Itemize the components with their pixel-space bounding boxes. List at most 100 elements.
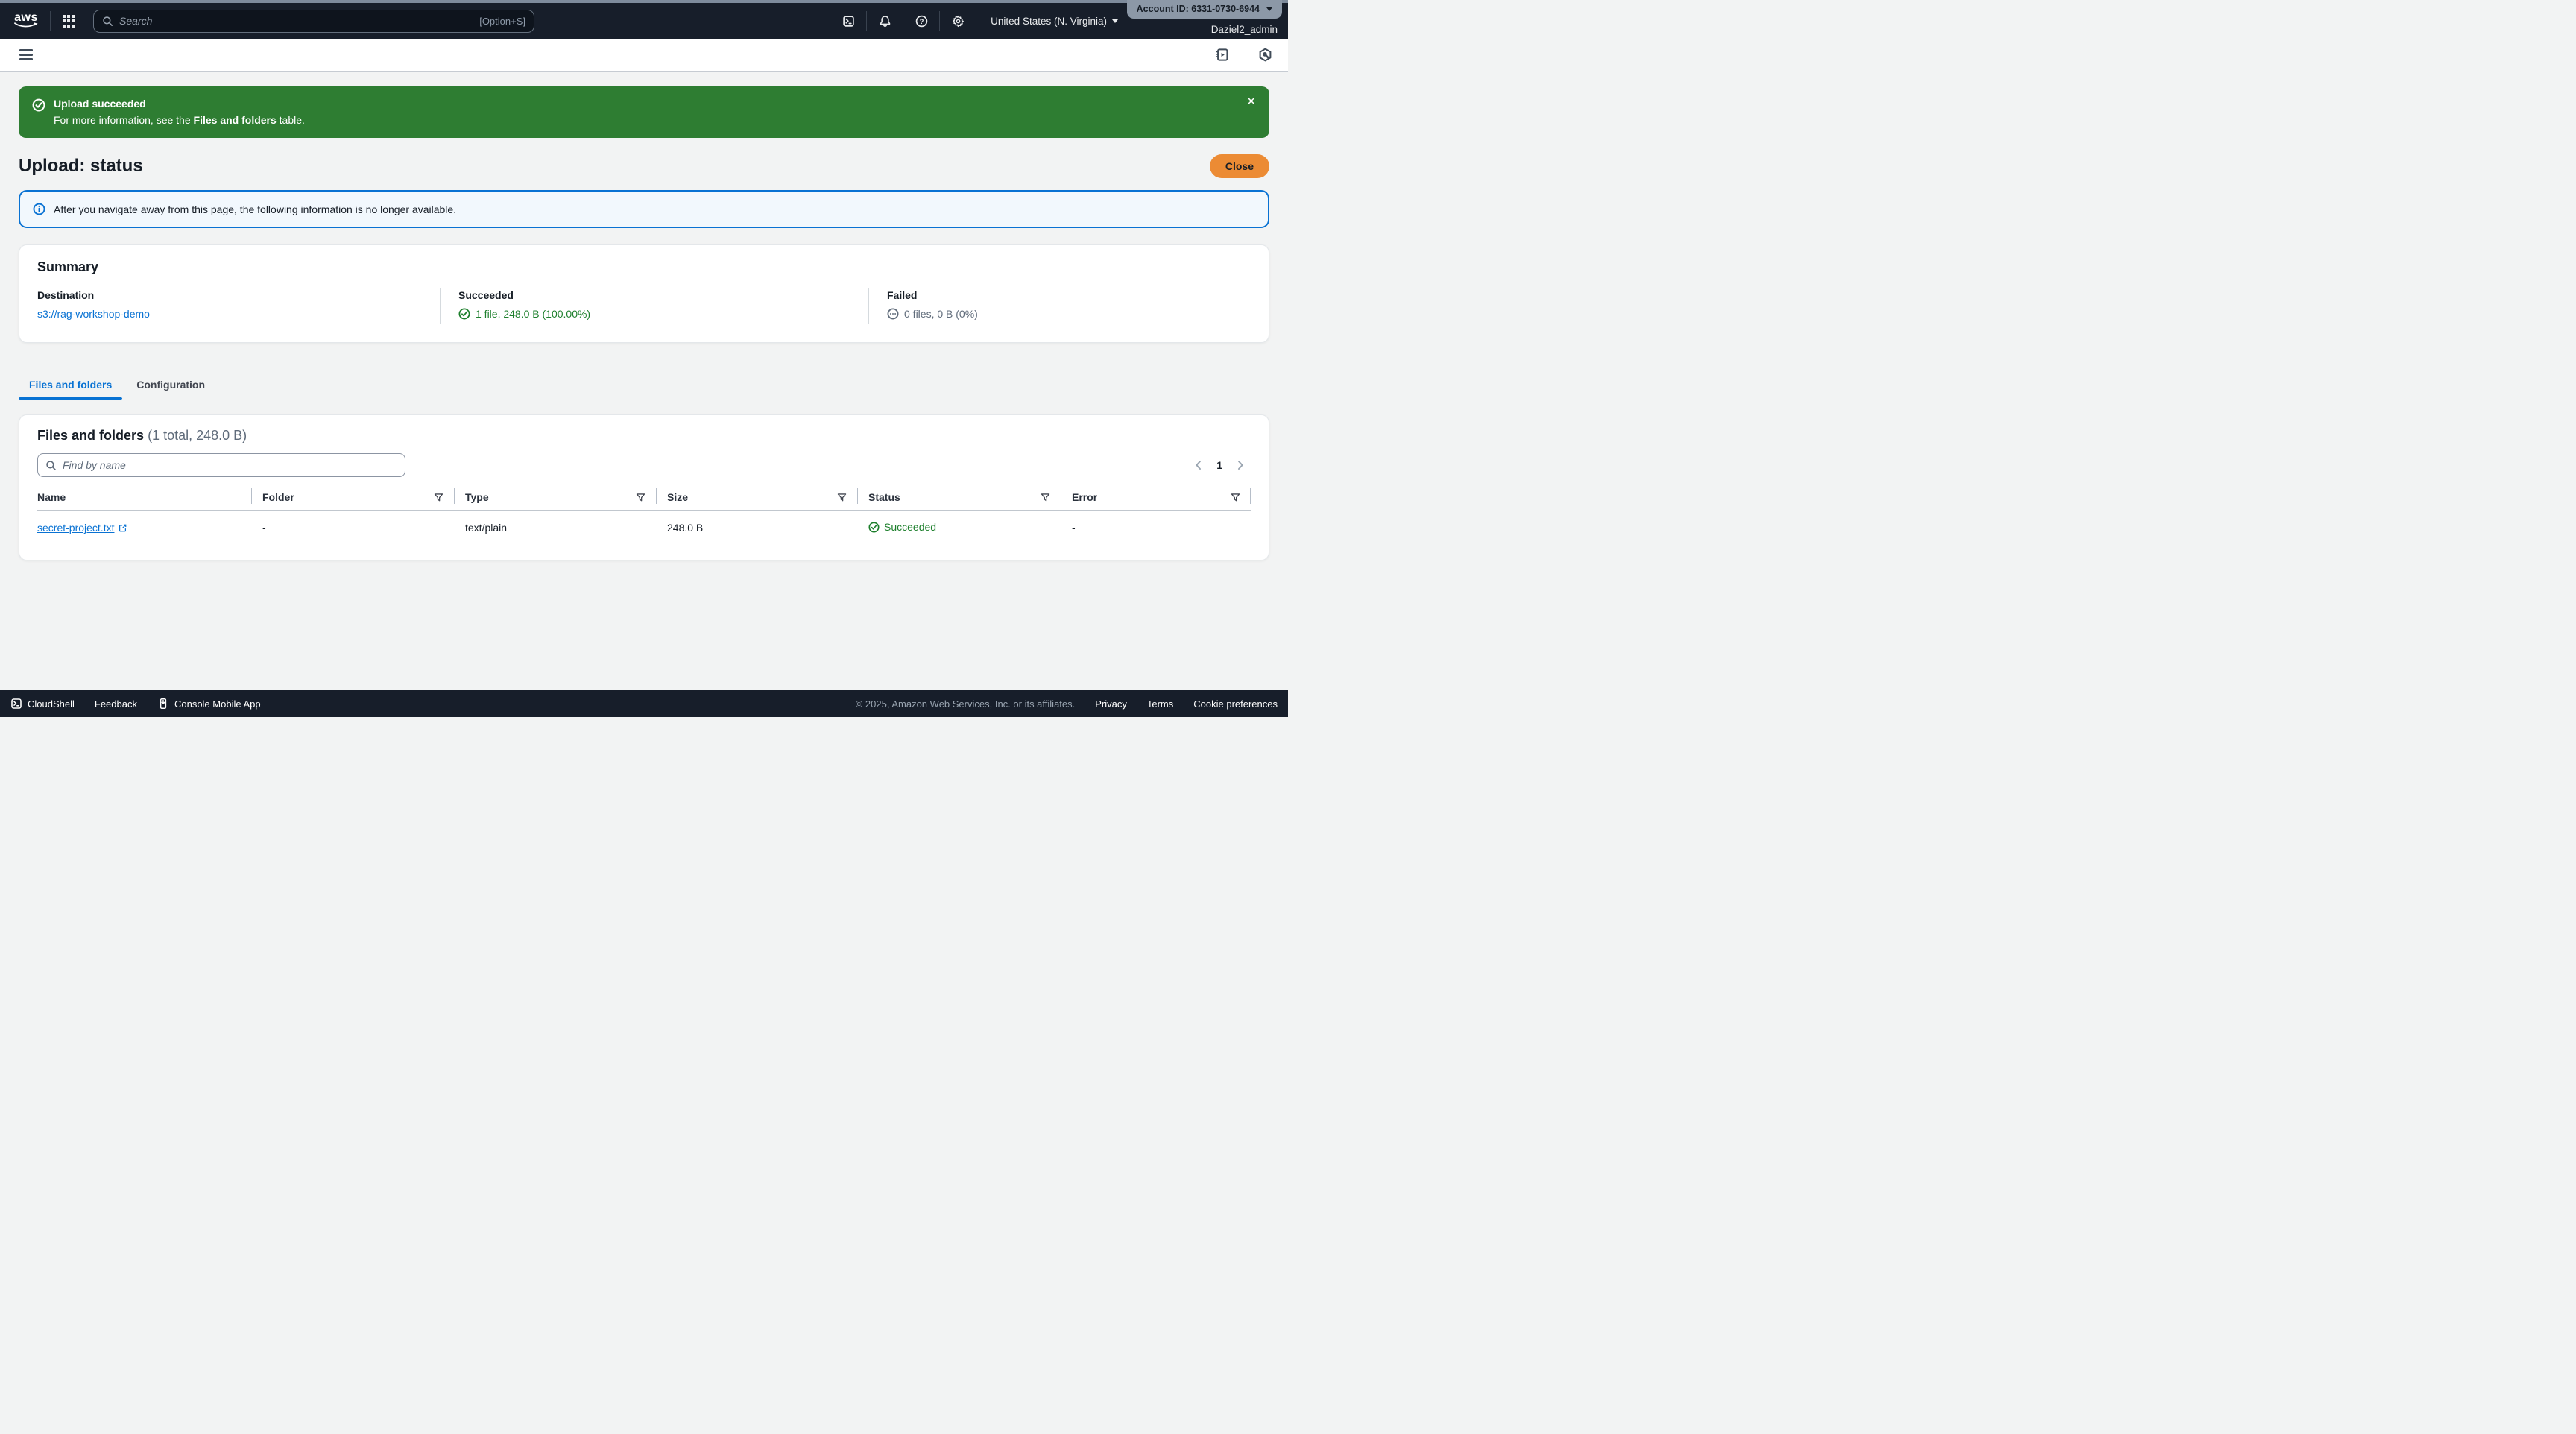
tab-configuration[interactable]: Configuration — [126, 370, 215, 399]
notebook-play-icon — [1215, 48, 1229, 62]
column-label: Folder — [262, 491, 294, 503]
apps-grid-icon — [63, 15, 75, 28]
aws-console-page: aws [Option+S] — [0, 0, 1288, 717]
previous-page-button[interactable] — [1193, 459, 1205, 471]
filter-funnel-icon[interactable] — [1231, 493, 1240, 502]
footer-feedback-link[interactable]: Feedback — [95, 698, 137, 710]
flash-message: Upload succeeded For more information, s… — [54, 96, 305, 127]
column-label: Error — [1072, 491, 1097, 503]
tab-files-and-folders[interactable]: Files and folders — [19, 370, 122, 399]
settings-button[interactable] — [945, 6, 970, 36]
next-page-button[interactable] — [1234, 459, 1246, 471]
console-footer: CloudShell Feedback Console Mobile App ©… — [0, 690, 1288, 717]
upload-success-flashbar: Upload succeeded For more information, s… — [19, 86, 1269, 138]
filter-funnel-icon[interactable] — [636, 493, 645, 502]
files-table: Name Folder Type Size Status Error — [37, 484, 1251, 546]
global-search-input[interactable] — [119, 15, 473, 27]
svg-text:?: ? — [919, 17, 924, 25]
column-header-name: Name — [37, 484, 251, 511]
current-page-number[interactable]: 1 — [1216, 459, 1222, 471]
help-button[interactable]: ? — [909, 6, 934, 36]
feedback-label: Feedback — [95, 698, 137, 710]
nav-divider — [939, 11, 940, 31]
succeeded-label: Succeeded — [458, 289, 850, 301]
cloudshell-label: CloudShell — [28, 698, 75, 710]
flash-description: For more information, see the Files and … — [54, 113, 305, 127]
account-id-label: Account ID: 6331-0730-6944 — [1137, 4, 1260, 14]
column-header-status: Status — [857, 484, 1061, 511]
account-id-badge[interactable]: Account ID: 6331-0730-6944 — [1127, 0, 1282, 19]
column-label: Name — [37, 491, 66, 503]
filter-funnel-icon[interactable] — [434, 493, 443, 502]
cell-type: text/plain — [454, 511, 656, 546]
footer-cookie-preferences-link[interactable]: Cookie preferences — [1193, 698, 1278, 710]
footer-mobile-app-link[interactable]: Console Mobile App — [157, 698, 261, 710]
summary-succeeded: Succeeded 1 file, 248.0 B (100.00%) — [440, 288, 868, 324]
page-header: Upload: status Close — [19, 154, 1269, 178]
search-shortcut-hint: [Option+S] — [479, 16, 525, 27]
chevron-down-icon — [1266, 7, 1272, 11]
amazon-q-panel-button[interactable] — [1252, 40, 1278, 70]
column-label: Status — [868, 491, 900, 503]
cloudshell-terminal-icon — [842, 15, 855, 28]
footer-terms-link[interactable]: Terms — [1147, 698, 1173, 710]
username-menu[interactable]: Daziel2_admin — [1211, 24, 1278, 35]
page-title: Upload: status — [19, 156, 143, 177]
footer-privacy-link[interactable]: Privacy — [1095, 698, 1127, 710]
chevron-right-icon — [1234, 459, 1246, 471]
filter-funnel-icon[interactable] — [1041, 493, 1050, 502]
aws-logo[interactable]: aws — [13, 13, 39, 29]
footer-cloudshell-link[interactable]: CloudShell — [10, 698, 75, 710]
filter-funnel-icon[interactable] — [837, 493, 847, 502]
region-label: United States (N. Virginia) — [991, 16, 1107, 27]
flash-description-bold: Files and folders — [194, 114, 277, 126]
close-icon: ✕ — [1246, 95, 1256, 108]
file-name-text: secret-project.txt — [37, 522, 114, 534]
tutorials-panel-button[interactable] — [1209, 40, 1234, 70]
help-question-icon: ? — [915, 15, 928, 28]
column-header-error: Error — [1061, 484, 1251, 511]
find-by-name-box[interactable] — [37, 453, 405, 477]
summary-failed: Failed 0 files, 0 B (0%) — [868, 288, 1251, 324]
tab-bar: Files and folders Configuration — [19, 370, 1269, 399]
external-link-icon — [118, 523, 127, 533]
mobile-app-label: Console Mobile App — [174, 698, 261, 710]
info-alert-text: After you navigate away from this page, … — [54, 203, 456, 215]
info-icon — [33, 203, 45, 215]
toolbar-right-group — [1209, 40, 1278, 70]
gear-icon — [952, 15, 965, 28]
flash-title: Upload succeeded — [54, 96, 305, 111]
column-label: Size — [667, 491, 688, 503]
cloudshell-nav-button[interactable] — [836, 6, 861, 36]
aws-smile-icon — [13, 22, 39, 29]
region-selector[interactable]: United States (N. Virginia) — [982, 16, 1127, 27]
cell-folder: - — [251, 511, 454, 546]
global-search-box[interactable]: [Option+S] — [93, 10, 534, 33]
aws-logo-text: aws — [14, 13, 38, 22]
table-row: secret-project.txt - text/plain 248.0 B — [37, 511, 1251, 546]
close-page-button[interactable]: Close — [1210, 154, 1269, 178]
chevron-down-icon — [1112, 19, 1118, 23]
succeeded-value: 1 file, 248.0 B (100.00%) — [476, 308, 590, 320]
side-menu-toggle[interactable] — [19, 49, 33, 60]
find-by-name-input[interactable] — [63, 459, 397, 471]
file-name-link[interactable]: secret-project.txt — [37, 522, 127, 534]
hexagon-q-icon — [1258, 48, 1272, 62]
summary-card: Summary Destination s3://rag-workshop-de… — [19, 244, 1269, 343]
summary-grid: Destination s3://rag-workshop-demo Succe… — [37, 288, 1251, 324]
chevron-left-icon — [1193, 459, 1205, 471]
success-check-circle-icon — [32, 98, 45, 112]
main-content: Upload succeeded For more information, s… — [0, 86, 1288, 560]
status-badge: Succeeded — [884, 521, 936, 533]
files-card-title: Files and folders — [37, 428, 144, 443]
flash-description-suffix: table. — [277, 114, 305, 126]
success-check-circle-icon — [458, 308, 470, 320]
notifications-button[interactable] — [872, 6, 897, 36]
services-menu-button[interactable] — [56, 6, 81, 36]
files-count: (1 total, 248.0 B) — [148, 428, 247, 443]
files-card-header: Files and folders (1 total, 248.0 B) — [37, 428, 1251, 443]
flash-close-button[interactable]: ✕ — [1246, 95, 1256, 108]
copyright-text: © 2025, Amazon Web Services, Inc. or its… — [856, 698, 1076, 710]
files-controls: 1 — [37, 453, 1251, 477]
destination-link[interactable]: s3://rag-workshop-demo — [37, 308, 150, 320]
